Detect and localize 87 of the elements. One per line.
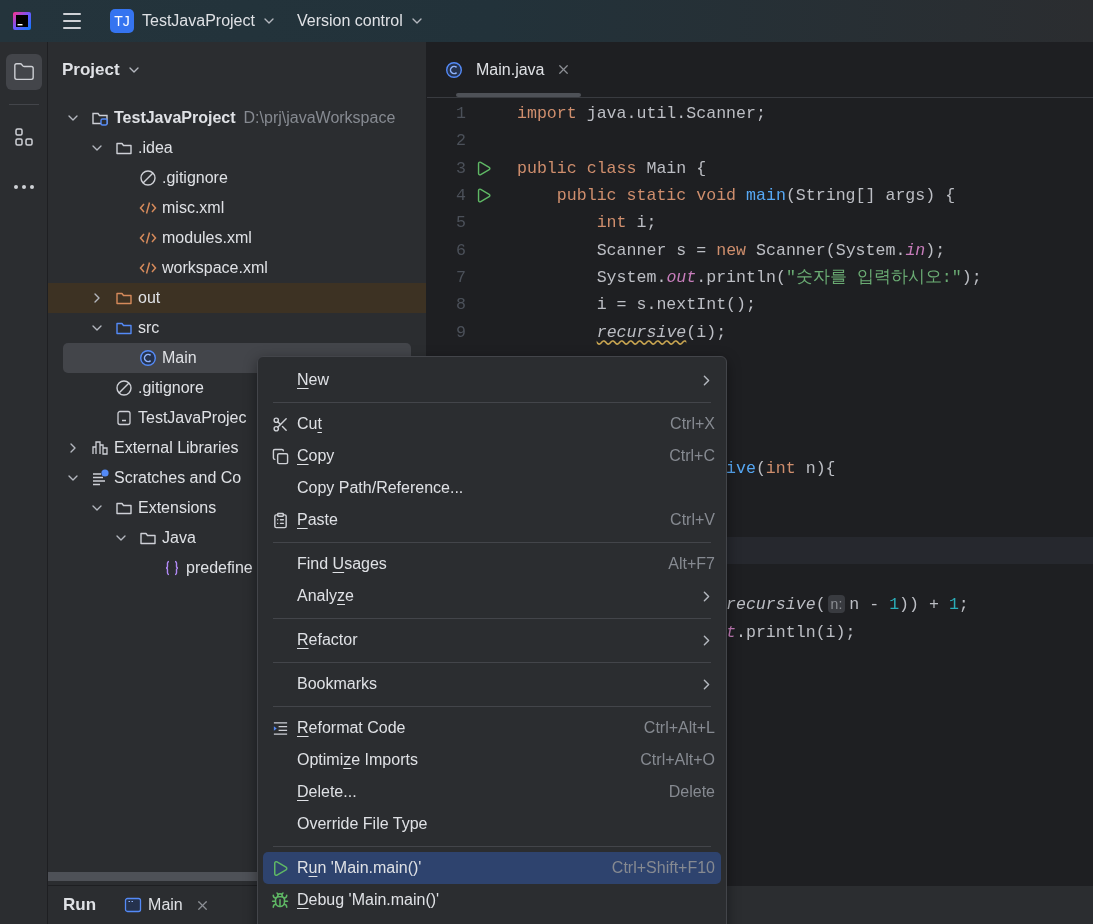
code-text: System.out.println("숫자를 입력하시오:"); <box>595 267 982 289</box>
tree-item-label: out <box>138 289 161 307</box>
code-text: int i; <box>595 213 657 233</box>
tree-item-label: TestJavaProjec <box>138 409 247 427</box>
tree-item-label: Extensions <box>138 499 217 517</box>
code-text: recursive( n: n - 1)) + 1; <box>726 595 969 615</box>
paste-icon <box>271 511 289 529</box>
code-text: i = s.nextInt(); <box>595 295 756 315</box>
tree-item-label: Java <box>162 529 196 547</box>
more-icon <box>13 185 34 189</box>
class-icon <box>445 60 463 79</box>
console-icon <box>124 896 143 914</box>
version-control-menu[interactable]: Version control <box>296 12 403 30</box>
menu-item[interactable]: Copy Path/Reference... <box>263 472 721 504</box>
tree-item-label: src <box>138 319 160 337</box>
menu-item[interactable]: Debug 'Main.main()' <box>263 884 721 916</box>
tab-scrollbar[interactable] <box>456 93 581 97</box>
code-text: t.println(i); <box>726 622 856 642</box>
shortcut: Delete <box>668 783 715 801</box>
code-text: Scanner s = new Scanner(System.in); <box>595 240 946 260</box>
code-text: public static void main(String[] args) { <box>555 186 956 206</box>
code-text: ive(int n){ <box>726 459 836 478</box>
libraries-icon <box>91 439 109 457</box>
menu-item[interactable]: Reformat Code Ctrl+Alt+L <box>263 712 721 744</box>
project-path: D:\prj\javaWorkspace <box>243 109 396 127</box>
tree-item-label: predefine <box>186 559 253 577</box>
class-icon <box>139 349 157 367</box>
ignore-file-icon <box>139 169 157 187</box>
tree-item-label: .gitignore <box>162 169 228 187</box>
tree-item-label: External Libraries <box>114 439 239 457</box>
tree-item-label: .gitignore <box>138 379 204 397</box>
shortcut: Ctrl+X <box>670 415 715 433</box>
tree-item-label: Main <box>162 349 197 367</box>
run-icon[interactable] <box>475 159 492 177</box>
tree-item-label: misc.xml <box>162 199 225 217</box>
folder-icon <box>12 61 35 83</box>
tree-item[interactable]: TestJavaProject D:\prj\javaWorkspace <box>63 103 411 133</box>
app-logo <box>13 12 31 30</box>
menu-item[interactable]: Bookmarks <box>263 668 721 700</box>
tree-item[interactable]: .gitignore <box>63 163 411 193</box>
tree-item-label: Scratches and Co <box>114 469 242 487</box>
run-icon <box>271 858 289 878</box>
code-text: import java.util.Scanner; <box>517 104 766 124</box>
braces-icon <box>163 559 181 577</box>
panel-title: Run <box>63 895 97 915</box>
bug-icon <box>271 890 289 910</box>
tree-item-label: workspace.xml <box>162 259 268 277</box>
tool-window-button[interactable] <box>5 54 42 90</box>
menu-item[interactable]: Delete... Delete <box>263 776 721 808</box>
menu-item[interactable]: Optimize Imports Ctrl+Alt+O <box>263 744 721 776</box>
code-text: recursive(i); <box>595 322 727 342</box>
tree-item-label: TestJavaProject <box>114 109 236 127</box>
shortcut: Ctrl+Alt+O <box>640 751 715 769</box>
project-name[interactable]: TestJavaProject <box>142 12 255 30</box>
shortcut: Ctrl+V <box>670 511 715 529</box>
menu-item[interactable]: Run 'Main.main()' Ctrl+Shift+F10 <box>263 852 721 884</box>
reformat-icon <box>271 719 289 737</box>
menu-item[interactable]: Find Usages Alt+F7 <box>263 548 721 580</box>
menu-item[interactable]: Paste Ctrl+V <box>263 504 721 536</box>
editor-tab[interactable]: Main.java <box>445 42 572 97</box>
menu-item[interactable]: Analyze <box>263 580 721 612</box>
copy-icon <box>271 447 289 465</box>
project-badge: TJ <box>110 9 134 33</box>
tree-item[interactable]: workspace.xml <box>63 253 411 283</box>
structure-icon <box>14 128 33 146</box>
run-icon[interactable] <box>475 187 492 205</box>
tree-item[interactable]: modules.xml <box>63 223 411 253</box>
shortcut: Ctrl+C <box>669 447 715 465</box>
shortcut: Ctrl+Alt+L <box>643 719 715 737</box>
panel-title[interactable]: Project <box>62 60 120 80</box>
menu-item[interactable]: Cut Ctrl+X <box>263 408 721 440</box>
scratches-icon <box>91 469 109 487</box>
ignore-file-icon <box>115 379 133 397</box>
run-tab[interactable]: Main <box>118 892 216 918</box>
shortcut: Ctrl+Shift+F10 <box>611 859 715 877</box>
menu-item[interactable]: Override File Type <box>263 808 721 840</box>
tree-item[interactable]: .idea <box>63 133 411 163</box>
shortcut: Alt+F7 <box>668 555 715 573</box>
tree-item[interactable]: src <box>63 313 411 343</box>
menu-item[interactable]: Refactor <box>263 624 721 656</box>
menu-item[interactable]: Copy Ctrl+C <box>263 440 721 472</box>
module-file-icon <box>115 409 133 427</box>
tree-item-label: .idea <box>138 139 173 157</box>
scissors-icon <box>271 415 289 433</box>
tree-item[interactable]: misc.xml <box>63 193 411 223</box>
tree-item-label: modules.xml <box>162 229 252 247</box>
code-text: public class Main { <box>517 158 707 178</box>
